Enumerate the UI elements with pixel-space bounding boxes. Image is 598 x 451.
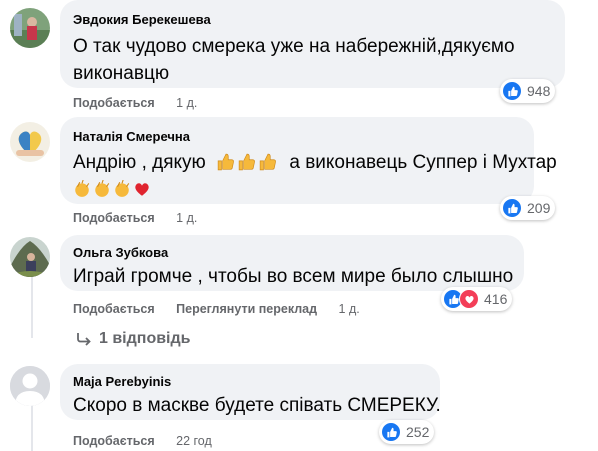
red-heart-emoji bbox=[135, 183, 149, 196]
like-button[interactable]: Подобається bbox=[73, 96, 155, 110]
reaction-summary[interactable]: 416 bbox=[441, 287, 513, 311]
comment-bubble: Эвдокия Берекешева О так чудово смерека … bbox=[60, 0, 565, 88]
like-button[interactable]: Подобається bbox=[73, 302, 155, 316]
reaction-summary[interactable]: 252 bbox=[379, 420, 435, 444]
comment-text: Андрію , дякую а виконавець Суппер і Мух… bbox=[73, 149, 557, 176]
avatar[interactable] bbox=[10, 122, 50, 162]
avatar[interactable] bbox=[10, 8, 50, 48]
reaction-count: 252 bbox=[406, 424, 430, 440]
comment-actions: Подобається Переглянути переклад 1 д. bbox=[73, 301, 360, 317]
reaction-count: 209 bbox=[527, 200, 551, 216]
comment-text: О так чудово смерека уже на набережній,д… bbox=[73, 36, 515, 84]
thumbs-up-emoji bbox=[259, 153, 276, 171]
replies-count-label: 1 відповідь bbox=[99, 330, 191, 347]
comment-time[interactable]: 1 д. bbox=[339, 302, 360, 316]
reaction-summary[interactable]: 948 bbox=[500, 79, 556, 103]
comment-actions: Подобається 1 д. bbox=[73, 210, 197, 226]
like-icon bbox=[502, 198, 522, 218]
thumbs-up-emoji bbox=[217, 153, 234, 171]
comment-text: Скоро в маскве будете співать СМЕРЕКУ. bbox=[73, 395, 441, 416]
emoji-group bbox=[217, 152, 285, 173]
like-icon bbox=[502, 81, 522, 101]
reaction-summary[interactable]: 209 bbox=[500, 196, 556, 220]
comment-bubble: Maja Perebyinis Скоро в маскве будете сп… bbox=[60, 364, 441, 420]
like-button[interactable]: Подобається bbox=[73, 211, 155, 225]
comment-actions: Подобається 1 д. bbox=[73, 95, 197, 111]
clapping-hands-emoji bbox=[75, 180, 90, 197]
comment-time[interactable]: 1 д. bbox=[176, 211, 197, 225]
avatar[interactable] bbox=[10, 237, 50, 277]
comment-author[interactable]: Ольга Зубкова bbox=[73, 244, 512, 261]
comment-time[interactable]: 22 год bbox=[176, 434, 212, 448]
like-button[interactable]: Подобається bbox=[73, 434, 155, 448]
avatar[interactable] bbox=[10, 366, 50, 406]
comment-bubble: Ольга Зубкова Играй громче , чтобы во вс… bbox=[60, 235, 524, 291]
emoji-row bbox=[73, 176, 522, 202]
comment-time[interactable]: 1 д. bbox=[176, 96, 197, 110]
comment-text: Играй громче , чтобы во всем мире было с… bbox=[73, 266, 514, 287]
thumbs-up-emoji bbox=[238, 153, 255, 171]
like-icon bbox=[381, 422, 401, 442]
love-icon bbox=[459, 289, 479, 309]
comment-text-part: Андрію , дякую bbox=[73, 152, 206, 173]
reply-arrow-icon bbox=[77, 333, 91, 346]
comment-author[interactable]: Maja Perebyinis bbox=[73, 373, 428, 390]
comment-bubble: Наталія Смеречна Андрію , дякую а викона… bbox=[60, 117, 557, 204]
comment-text-part: а виконавець Суппер і Мухтар bbox=[289, 152, 557, 173]
clapping-hands-emoji bbox=[115, 180, 130, 197]
view-replies-link[interactable]: 1 відповідь bbox=[76, 330, 191, 348]
comment-actions: Подобається 22 год bbox=[73, 433, 212, 449]
see-translation-link[interactable]: Переглянути переклад bbox=[176, 302, 317, 316]
comment-author[interactable]: Наталія Смеречна bbox=[73, 128, 522, 145]
comment-author[interactable]: Эвдокия Берекешева bbox=[73, 11, 553, 28]
reaction-count: 416 bbox=[484, 291, 508, 307]
clapping-hands-emoji bbox=[95, 180, 110, 197]
thread-line bbox=[31, 405, 33, 451]
reaction-count: 948 bbox=[527, 83, 551, 99]
